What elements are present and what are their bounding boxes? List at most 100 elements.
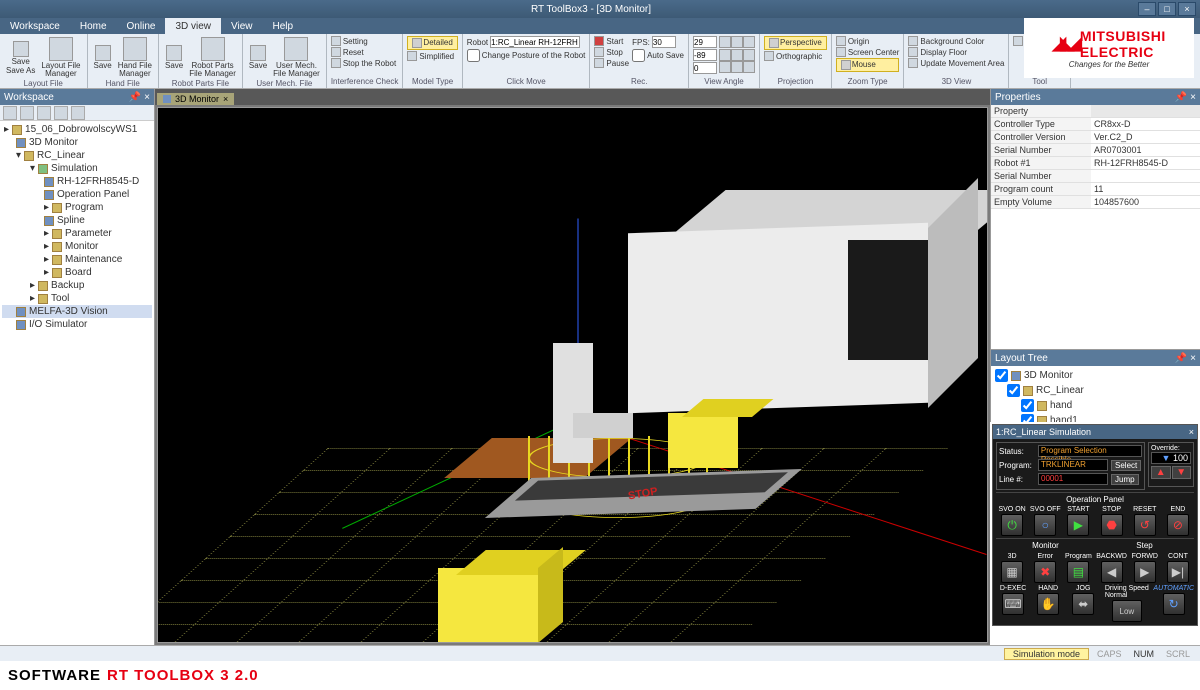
3d-button[interactable]: ▦ bbox=[1001, 561, 1023, 583]
tree-item[interactable]: 3D Monitor bbox=[993, 368, 1198, 383]
minimize-button[interactable]: – bbox=[1138, 2, 1156, 16]
pin-icon[interactable]: 📌 × bbox=[1175, 353, 1196, 364]
select-button[interactable]: Select bbox=[1111, 460, 1141, 471]
close-tab-icon[interactable]: × bbox=[223, 94, 228, 104]
layout-save-button[interactable]: SaveSave As bbox=[4, 40, 37, 76]
perspective-button[interactable]: Perspective bbox=[764, 36, 827, 50]
simplified-button[interactable]: Simplified bbox=[407, 51, 457, 61]
rec-pause[interactable]: Pause bbox=[594, 58, 629, 68]
tree-item[interactable]: ▸Board bbox=[2, 266, 152, 279]
intf-stop[interactable]: Stop the Robot bbox=[331, 58, 399, 68]
tool-icon[interactable] bbox=[20, 106, 34, 120]
reset-button[interactable]: ↺ bbox=[1134, 514, 1156, 536]
tree-item[interactable]: ▾Simulation bbox=[2, 162, 152, 175]
close-icon[interactable]: × bbox=[1189, 427, 1194, 437]
parts-save-button[interactable]: Save bbox=[163, 44, 185, 71]
tree-item[interactable]: I/O Simulator bbox=[2, 318, 152, 331]
speed-low[interactable]: Low bbox=[1112, 600, 1142, 622]
tool-icon[interactable] bbox=[3, 106, 17, 120]
menu-workspace[interactable]: Workspace bbox=[0, 18, 70, 34]
error-button[interactable]: ✖ bbox=[1034, 561, 1056, 583]
override-down[interactable]: ▼ bbox=[1172, 466, 1192, 479]
tree-item[interactable]: hand1 bbox=[993, 413, 1198, 422]
backwd-button[interactable]: ◀ bbox=[1101, 561, 1123, 583]
update-movement[interactable]: Update Movement Area bbox=[908, 58, 1004, 68]
view-preset[interactable] bbox=[743, 36, 755, 48]
tree-item[interactable]: ▾RC_Linear bbox=[2, 149, 152, 162]
angle2-input[interactable] bbox=[693, 49, 717, 61]
svo-on-button[interactable]: ⏻ bbox=[1001, 514, 1023, 536]
tree-item[interactable]: ▸Program bbox=[2, 201, 152, 214]
override-up[interactable]: ▲ bbox=[1151, 466, 1171, 479]
hand-mgr-button[interactable]: Hand File Manager bbox=[116, 36, 154, 79]
maximize-button[interactable]: □ bbox=[1158, 2, 1176, 16]
start-button[interactable]: ▶ bbox=[1067, 514, 1089, 536]
view-preset[interactable] bbox=[743, 61, 755, 73]
end-button[interactable]: ⊘ bbox=[1167, 514, 1189, 536]
forwd-button[interactable]: ▶ bbox=[1134, 561, 1156, 583]
view-preset[interactable] bbox=[719, 49, 731, 61]
menu-home[interactable]: Home bbox=[70, 18, 117, 34]
angle3-input[interactable] bbox=[693, 62, 717, 74]
tree-item[interactable]: 3D Monitor bbox=[2, 136, 152, 149]
angle1-input[interactable] bbox=[693, 36, 717, 48]
rec-start[interactable]: Start bbox=[594, 36, 629, 46]
tree-item[interactable]: RC_Linear bbox=[993, 383, 1198, 398]
tree-item[interactable]: RH-12FRH8545-D bbox=[2, 175, 152, 188]
ortho-button[interactable]: Orthographic bbox=[764, 51, 827, 61]
tool-icon[interactable] bbox=[71, 106, 85, 120]
change-posture[interactable]: Change Posture of the Robot bbox=[467, 49, 586, 62]
layout-mgr-button[interactable]: Layout File Manager bbox=[39, 36, 82, 79]
sim-header[interactable]: 1:RC_Linear Simulation× bbox=[993, 425, 1197, 439]
tree-item[interactable]: ▸Backup bbox=[2, 279, 152, 292]
menu-3dview[interactable]: 3D view bbox=[165, 18, 221, 34]
intf-reset[interactable]: Reset bbox=[331, 47, 399, 57]
tree-item[interactable]: ▸Parameter bbox=[2, 227, 152, 240]
menu-view[interactable]: View bbox=[221, 18, 263, 34]
menu-help[interactable]: Help bbox=[263, 18, 304, 34]
view-preset[interactable] bbox=[743, 49, 755, 61]
view-preset[interactable] bbox=[719, 61, 731, 73]
zoom-mouse[interactable]: Mouse bbox=[836, 58, 900, 72]
program-button[interactable]: ▤ bbox=[1067, 561, 1089, 583]
tree-root[interactable]: ▸15_06_DobrowolscyWS1 bbox=[2, 123, 152, 136]
tree-item[interactable]: Spline bbox=[2, 214, 152, 227]
tree-item-selected[interactable]: MELFA-3D Vision bbox=[2, 305, 152, 318]
display-floor[interactable]: Display Floor bbox=[908, 47, 1004, 57]
jump-button[interactable]: Jump bbox=[1111, 474, 1139, 485]
detailed-button[interactable]: Detailed bbox=[407, 36, 457, 50]
tree-item[interactable]: ▸Maintenance bbox=[2, 253, 152, 266]
mech-mgr-button[interactable]: User Mech. File Manager bbox=[271, 36, 322, 79]
zoom-center[interactable]: Screen Center bbox=[836, 47, 900, 57]
tool-icon[interactable] bbox=[54, 106, 68, 120]
zoom-origin[interactable]: Origin bbox=[836, 36, 900, 46]
tree-item[interactable]: hand bbox=[993, 398, 1198, 413]
robot-select[interactable] bbox=[490, 36, 580, 48]
view-preset[interactable] bbox=[731, 49, 743, 61]
tree-item[interactable]: Operation Panel bbox=[2, 188, 152, 201]
svo-off-button[interactable]: ○ bbox=[1034, 514, 1056, 536]
hand-button[interactable]: ✋ bbox=[1037, 593, 1059, 615]
close-button[interactable]: × bbox=[1178, 2, 1196, 16]
rec-stop[interactable]: Stop bbox=[594, 47, 629, 57]
view-preset[interactable] bbox=[719, 36, 731, 48]
fps-input[interactable] bbox=[652, 36, 676, 48]
tree-item[interactable]: ▸Tool bbox=[2, 292, 152, 305]
stop-button[interactable]: ⬣ bbox=[1101, 514, 1123, 536]
view-preset[interactable] bbox=[731, 36, 743, 48]
doc-tab-3dmonitor[interactable]: 3D Monitor× bbox=[157, 93, 234, 105]
intf-setting[interactable]: Setting bbox=[331, 36, 399, 46]
jog-button[interactable]: ⬌ bbox=[1072, 593, 1094, 615]
3d-viewport[interactable]: STOP bbox=[157, 107, 988, 643]
pin-icon[interactable]: 📌 × bbox=[129, 92, 150, 103]
hand-save-button[interactable]: Save bbox=[92, 44, 114, 71]
menu-online[interactable]: Online bbox=[117, 18, 166, 34]
tree-item[interactable]: ▸Monitor bbox=[2, 240, 152, 253]
autosave-check[interactable]: Auto Save bbox=[632, 49, 684, 62]
bg-color[interactable]: Background Color bbox=[908, 36, 1004, 46]
cont-button[interactable]: ▶| bbox=[1167, 561, 1189, 583]
tool-icon[interactable] bbox=[37, 106, 51, 120]
pin-icon[interactable]: 📌 × bbox=[1175, 92, 1196, 103]
mech-save-button[interactable]: Save bbox=[247, 44, 269, 71]
auto-button[interactable]: ↻ bbox=[1163, 593, 1185, 615]
